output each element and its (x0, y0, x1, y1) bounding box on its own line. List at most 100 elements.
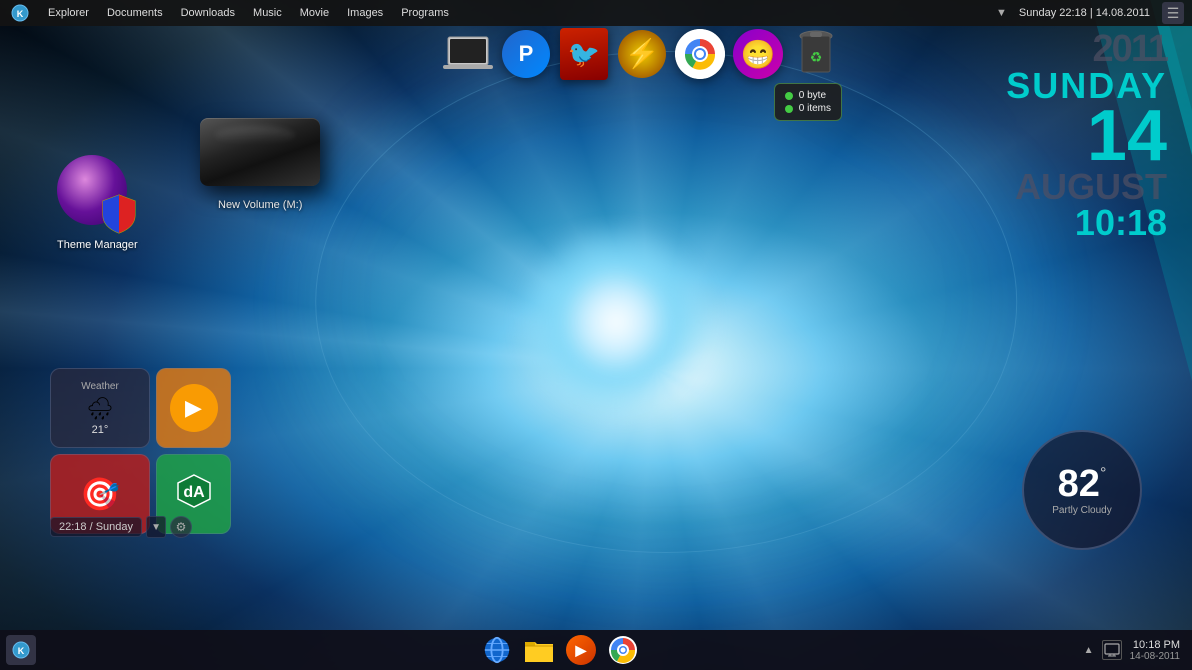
clock-settings-button[interactable]: ⚙ (170, 516, 192, 538)
green-app-icon: dA (174, 471, 214, 518)
menu-explorer[interactable]: Explorer (40, 5, 97, 21)
red-app-icon: 🎯 (80, 475, 120, 513)
menubar-datetime: Sunday 22:18 | 14.08.2011 (1019, 7, 1150, 19)
temp-value-row: 82 ° (1058, 465, 1107, 503)
taskbar-ie-icon[interactable] (479, 632, 515, 668)
bottom-clock: 22:18 / Sunday ▼ ⚙ (50, 516, 192, 538)
menu-items: Explorer Documents Downloads Music Movie… (40, 5, 996, 21)
menubar-right: ▼ Sunday 22:18 | 14.08.2011 ☰ (996, 2, 1184, 24)
trash-dot-1 (785, 92, 793, 100)
yahoo-icon-bg: 😁 (733, 29, 783, 79)
drive-shine (215, 126, 295, 144)
temp-label: Partly Cloudy (1052, 505, 1111, 516)
menu-music[interactable]: Music (245, 5, 290, 21)
taskbar-start-button[interactable]: K (6, 635, 36, 665)
bottom-clock-label[interactable]: 22:18 / Sunday (50, 517, 142, 537)
menu-images[interactable]: Images (339, 5, 391, 21)
menu-programs[interactable]: Programs (393, 5, 457, 21)
taskbar-time-date: 14-08-2011 (1130, 651, 1180, 662)
tray-monitor-icon[interactable] (1102, 640, 1122, 660)
new-volume-icon-img (220, 115, 300, 195)
taskbar-chrome-icon[interactable] (605, 632, 641, 668)
svg-text:⚡: ⚡ (625, 37, 660, 70)
menubar-dropdown-icon[interactable]: ▼ (996, 7, 1007, 19)
svg-text:♻: ♻ (810, 49, 823, 65)
dock-icon-pencil[interactable]: P (500, 28, 552, 80)
weather-temp: 21° (92, 424, 109, 436)
shield-svg (101, 193, 137, 235)
pencil-icon-letter: P (519, 41, 534, 67)
lightning-svg: ⚡ (616, 28, 668, 80)
trash-svg: ♻ (796, 30, 836, 80)
theme-manager-icon-img (57, 155, 137, 235)
clock-dropdown-arrow[interactable]: ▼ (146, 516, 166, 538)
svg-text:K: K (18, 646, 25, 656)
new-volume-label: New Volume (M:) (218, 199, 302, 211)
date-day-num: 14 (1006, 104, 1167, 169)
green-app-svg: dA (174, 471, 214, 511)
start-icon: K (12, 641, 30, 659)
menu-movie[interactable]: Movie (292, 5, 337, 21)
theme-manager-label: Theme Manager (57, 239, 138, 251)
weather-title: Weather (81, 381, 119, 392)
weather-icon: 🌧 (86, 396, 114, 422)
os-logo[interactable]: K (8, 1, 32, 25)
desktop-icon-new-volume[interactable]: New Volume (M:) (218, 115, 302, 211)
date-month: AUGUST (1006, 169, 1167, 205)
folder-svg (523, 636, 555, 664)
trash-tooltip: 0 byte 0 items (774, 83, 842, 121)
top-dock: P 🐦 ⚡ (442, 28, 842, 80)
laptop-svg (442, 33, 494, 75)
temp-circle: 82 ° Partly Cloudy (1022, 430, 1142, 550)
dock-icon-laptop[interactable] (442, 28, 494, 80)
dock-icon-chrome[interactable] (674, 28, 726, 80)
lightning-icon-bg: ⚡ (616, 28, 668, 80)
dock-icon-firebird[interactable]: 🐦 (558, 28, 610, 80)
temp-unit: ° (1100, 465, 1106, 483)
dock-icon-trash[interactable]: ♻ 0 byte 0 items (790, 28, 842, 80)
date-year: 2011 (1006, 30, 1167, 68)
svg-text:K: K (17, 9, 24, 19)
menu-downloads[interactable]: Downloads (173, 5, 243, 21)
weather-tile[interactable]: Weather 🌧 21° (50, 368, 150, 448)
trash-items: 0 items (799, 103, 831, 114)
monitor-svg (1104, 643, 1120, 657)
theme-manager-icon-container (57, 155, 137, 235)
tray-arrow-icon[interactable]: ▲ (1084, 645, 1094, 656)
ie-svg (482, 635, 512, 665)
menu-documents[interactable]: Documents (99, 5, 171, 21)
temp-value: 82 (1058, 465, 1100, 503)
date-widget-inner: 2011 SUNDAY 14 AUGUST 10:18 (1006, 30, 1167, 241)
svg-text:dA: dA (183, 484, 205, 501)
taskbar-left: K (6, 635, 36, 665)
date-widget: 2011 SUNDAY 14 AUGUST 10:18 (1006, 30, 1172, 241)
drive-body (200, 118, 320, 186)
trash-bytes: 0 byte (799, 90, 826, 101)
pencil-icon-bg: P (502, 30, 550, 78)
taskbar-time-display[interactable]: 10:18 PM 14-08-2011 (1130, 639, 1180, 662)
menubar-menu-button[interactable]: ☰ (1162, 2, 1184, 24)
os-logo-icon: K (11, 4, 29, 22)
taskbar-time-main: 10:18 PM (1133, 639, 1180, 651)
widget-grid: Weather 🌧 21° ▶ 🎯 dA (50, 368, 231, 534)
trash-dot-2 (785, 105, 793, 113)
desktop-icon-theme-manager[interactable]: Theme Manager (57, 155, 138, 251)
temp-widget[interactable]: 82 ° Partly Cloudy (1022, 430, 1142, 550)
taskbar-right: ▲ 10:18 PM 14-08-2011 (1084, 639, 1186, 662)
date-time: 10:18 (1006, 205, 1167, 241)
play-button-circle: ▶ (170, 384, 218, 432)
menubar: K Explorer Documents Downloads Music Mov… (0, 0, 1192, 26)
drive-container (200, 118, 320, 193)
taskbar-media-icon[interactable]: ▶ (563, 632, 599, 668)
media-icon-circle: ▶ (566, 635, 596, 665)
taskbar-folder-icon[interactable] (521, 632, 557, 668)
dock-icon-yahoo[interactable]: 😁 (732, 28, 784, 80)
play-tile[interactable]: ▶ (156, 368, 231, 448)
chrome-svg (675, 29, 725, 79)
firebird-icon-bg: 🐦 (560, 28, 608, 80)
firebird-icon-symbol: 🐦 (568, 39, 600, 70)
dock-icon-lightning[interactable]: ⚡ (616, 28, 668, 80)
chrome-icon-bg (675, 29, 725, 79)
taskbar-chrome-svg (608, 635, 638, 665)
theme-shield (101, 193, 137, 235)
